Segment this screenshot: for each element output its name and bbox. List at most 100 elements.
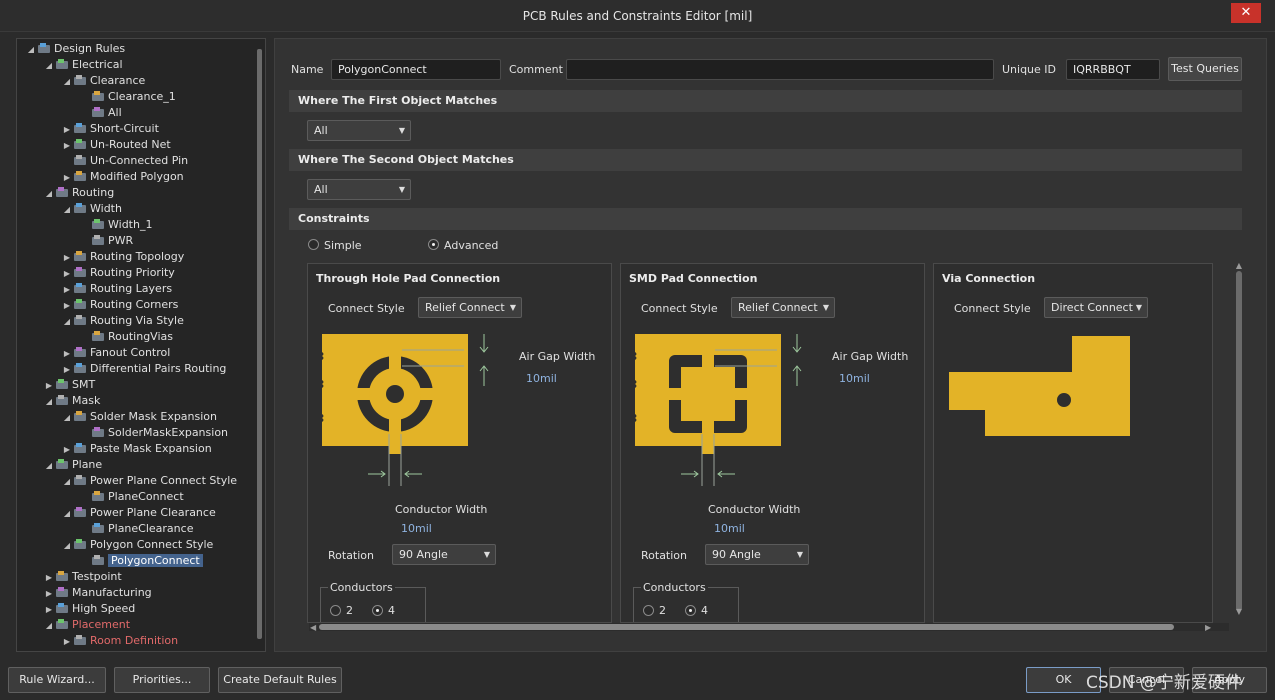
expand-icon[interactable]: ▶: [61, 346, 73, 362]
scroll-down-icon[interactable]: ▼: [1236, 607, 1242, 616]
expand-icon[interactable]: ▶: [61, 298, 73, 314]
tree-item[interactable]: ▶ Differential Pairs Routing: [61, 361, 227, 378]
expand-icon[interactable]: ▶: [61, 282, 73, 298]
tree-item[interactable]: ▶ SMT: [43, 377, 95, 393]
rule-wizard-button[interactable]: Rule Wizard...: [8, 667, 106, 693]
tree-item[interactable]: SolderMaskExpansion: [79, 425, 228, 441]
create-default-rules-button[interactable]: Create Default Rules: [218, 667, 342, 693]
simple-radio[interactable]: [308, 239, 319, 250]
collapse-icon[interactable]: ◢: [43, 618, 55, 634]
tree-scrollbar[interactable]: [257, 49, 262, 639]
comment-field[interactable]: [566, 59, 994, 80]
th-conductors-2-radio[interactable]: [330, 605, 341, 616]
th-connect-style-dropdown[interactable]: Relief Connect ▼: [418, 297, 522, 318]
first-object-dropdown[interactable]: All ▼: [307, 120, 411, 141]
tree-item[interactable]: ◢ Plane: [43, 457, 102, 473]
tree-item[interactable]: Clearance_1: [79, 89, 176, 105]
tree-item[interactable]: ▶ Un-Routed Net: [61, 137, 171, 153]
advanced-radio[interactable]: [428, 239, 439, 250]
air-gap-value[interactable]: 10mil: [526, 372, 557, 385]
tree-item[interactable]: ◢ Polygon Connect Style: [61, 537, 213, 553]
scroll-left-icon[interactable]: ◀: [310, 623, 316, 632]
expand-icon[interactable]: ▶: [61, 170, 73, 186]
tree-item[interactable]: ◢ Placement: [43, 617, 130, 633]
panel-horizontal-scrollbar[interactable]: [319, 624, 1174, 630]
expand-icon[interactable]: ▶: [43, 602, 55, 618]
unique-id-field[interactable]: IQRRBBQT: [1066, 59, 1160, 80]
collapse-icon[interactable]: ◢: [43, 394, 55, 410]
tree-item[interactable]: PWR: [79, 233, 133, 249]
tree-item[interactable]: ▶ High Speed: [43, 601, 135, 617]
tree-item[interactable]: ◢ Width: [61, 201, 122, 217]
collapse-icon[interactable]: ◢: [61, 202, 73, 218]
tree-item[interactable]: PolygonConnect: [79, 553, 203, 569]
tree-item[interactable]: ◢ Power Plane Clearance: [61, 505, 216, 521]
expand-icon[interactable]: ▶: [61, 634, 73, 650]
expand-icon[interactable]: ▶: [61, 250, 73, 266]
close-button[interactable]: ✕: [1231, 3, 1261, 23]
expand-icon[interactable]: ▶: [61, 122, 73, 138]
tree-item[interactable]: ▶ Routing Corners: [61, 297, 178, 313]
tree-item[interactable]: All: [79, 105, 122, 121]
tree-item[interactable]: ▶ Room Definition: [61, 633, 178, 649]
tree-item[interactable]: ▶ Routing Priority: [61, 265, 175, 281]
collapse-icon[interactable]: ◢: [43, 186, 55, 202]
tree-item[interactable]: ◢ Electrical: [43, 57, 123, 73]
routing-via-rule-icon: [91, 330, 105, 342]
tree-item[interactable]: ▶ Modified Polygon: [61, 169, 184, 185]
expand-icon[interactable]: ▶: [61, 266, 73, 282]
tree-item[interactable]: ◢ Power Plane Connect Style: [61, 473, 237, 489]
tree-item[interactable]: ▶ Short-Circuit: [61, 121, 159, 137]
rules-tree[interactable]: ◢ Design Rules ◢ Electrical ◢ Clearance Cleara…: [16, 38, 266, 652]
smd-rotation-dropdown[interactable]: 90 Angle ▼: [705, 544, 809, 565]
th-conductors-4-radio[interactable]: [372, 605, 383, 616]
collapse-icon[interactable]: ◢: [43, 458, 55, 474]
expand-icon[interactable]: ▶: [61, 362, 73, 378]
tree-item[interactable]: ▶ Paste Mask Expansion: [61, 441, 212, 457]
expand-icon[interactable]: ▶: [43, 570, 55, 586]
collapse-icon[interactable]: ◢: [61, 410, 73, 426]
collapse-icon[interactable]: ◢: [61, 74, 73, 90]
tree-item[interactable]: ▶ Routing Layers: [61, 281, 172, 297]
tree-item[interactable]: ◢ Routing: [43, 185, 114, 201]
tree-item[interactable]: ◢ Design Rules: [25, 41, 125, 57]
collapse-icon[interactable]: ◢: [43, 58, 55, 74]
scroll-right-icon[interactable]: ▶: [1205, 623, 1211, 632]
collapse-icon[interactable]: ◢: [61, 538, 73, 554]
smd-connect-style-dropdown[interactable]: Relief Connect ▼: [731, 297, 835, 318]
panel-vertical-scrollbar[interactable]: [1236, 271, 1242, 611]
tree-item[interactable]: Width_1: [79, 217, 152, 233]
tree-item[interactable]: ▶ Routing Topology: [61, 249, 184, 265]
tree-item[interactable]: PlaneClearance: [79, 521, 193, 537]
collapse-icon[interactable]: ◢: [25, 42, 37, 58]
collapse-icon[interactable]: ◢: [61, 506, 73, 522]
tree-item[interactable]: RoutingVias: [79, 329, 173, 345]
tree-item[interactable]: ▶ Manufacturing: [43, 585, 152, 601]
priorities-button[interactable]: Priorities...: [114, 667, 210, 693]
name-field[interactable]: PolygonConnect: [331, 59, 501, 80]
tree-item[interactable]: ◢ Solder Mask Expansion: [61, 409, 217, 425]
air-gap-value[interactable]: 10mil: [839, 372, 870, 385]
expand-icon[interactable]: ▶: [61, 138, 73, 154]
tree-item[interactable]: Un-Connected Pin: [61, 153, 188, 169]
conductor-width-value[interactable]: 10mil: [401, 522, 432, 535]
tree-item[interactable]: ▶ Fanout Control: [61, 345, 170, 361]
tree-item[interactable]: ◢ Mask: [43, 393, 100, 409]
expand-icon[interactable]: ▶: [61, 442, 73, 458]
expand-icon[interactable]: ▶: [43, 586, 55, 602]
collapse-icon[interactable]: ◢: [61, 474, 73, 490]
smd-conductors-4-radio[interactable]: [685, 605, 696, 616]
expand-icon[interactable]: ▶: [43, 378, 55, 394]
tree-item[interactable]: ◢ Routing Via Style: [61, 313, 184, 329]
conductor-width-value[interactable]: 10mil: [714, 522, 745, 535]
scroll-up-icon[interactable]: ▲: [1236, 261, 1242, 270]
collapse-icon[interactable]: ◢: [61, 314, 73, 330]
th-rotation-dropdown[interactable]: 90 Angle ▼: [392, 544, 496, 565]
tree-item[interactable]: ▶ Testpoint: [43, 569, 122, 585]
via-connect-style-dropdown[interactable]: Direct Connect ▼: [1044, 297, 1148, 318]
tree-item[interactable]: PlaneConnect: [79, 489, 184, 505]
smd-conductors-2-radio[interactable]: [643, 605, 654, 616]
second-object-dropdown[interactable]: All ▼: [307, 179, 411, 200]
test-queries-button[interactable]: Test Queries: [1168, 57, 1242, 81]
tree-item[interactable]: ◢ Clearance: [61, 73, 145, 89]
